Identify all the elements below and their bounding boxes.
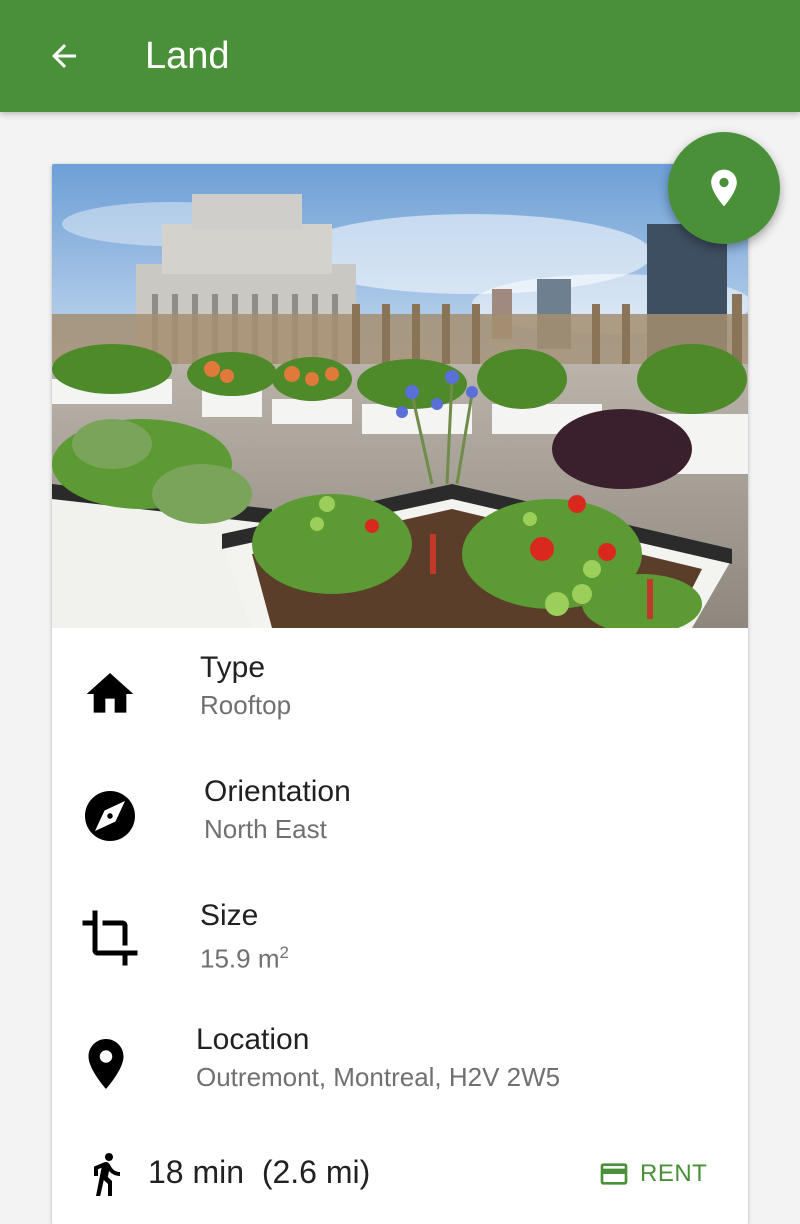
size-label: Size [200, 899, 259, 932]
map-fab-button[interactable] [668, 132, 780, 244]
rent-button[interactable]: RENT [598, 1154, 707, 1194]
page-title: Land [145, 35, 230, 77]
rent-button-label: RENT [640, 1160, 708, 1187]
land-card: Type Rooftop Orientation North East Size… [52, 164, 748, 1224]
location-value: Outremont, Montreal, H2V 2W5 [196, 1062, 561, 1092]
size-unit-superscript: 2 [279, 943, 289, 962]
type-value: Rooftop [200, 690, 292, 720]
home-icon [80, 664, 140, 724]
detail-row-type: Type Rooftop [52, 644, 748, 744]
orientation-label: Orientation [204, 775, 351, 808]
detail-row-orientation: Orientation North East [52, 768, 748, 868]
app-bar: Land [0, 0, 800, 112]
location-label: Location [196, 1023, 310, 1056]
walking-icon [82, 1148, 130, 1200]
back-button[interactable] [40, 32, 88, 80]
location-pin-icon [76, 1034, 136, 1094]
crop-icon [80, 908, 140, 968]
credit-card-icon [600, 1163, 628, 1185]
detail-row-location: Location Outremont, Montreal, H2V 2W5 [52, 1016, 748, 1116]
detail-row-size: Size 15.9 m2 [52, 892, 748, 992]
travel-row: 18 min (2.6 mi) RENT [52, 1142, 748, 1206]
rooftop-garden-photo [52, 164, 748, 628]
orientation-value: North East [204, 814, 327, 844]
compass-icon [80, 786, 140, 846]
arrow-back-icon [52, 44, 76, 68]
hero-image [52, 164, 748, 628]
walk-time-text: 18 min (2.6 mi) [148, 1154, 371, 1190]
map-pin-icon [711, 169, 737, 207]
size-value: 15.9 m2 [200, 943, 289, 974]
type-label: Type [200, 651, 266, 684]
